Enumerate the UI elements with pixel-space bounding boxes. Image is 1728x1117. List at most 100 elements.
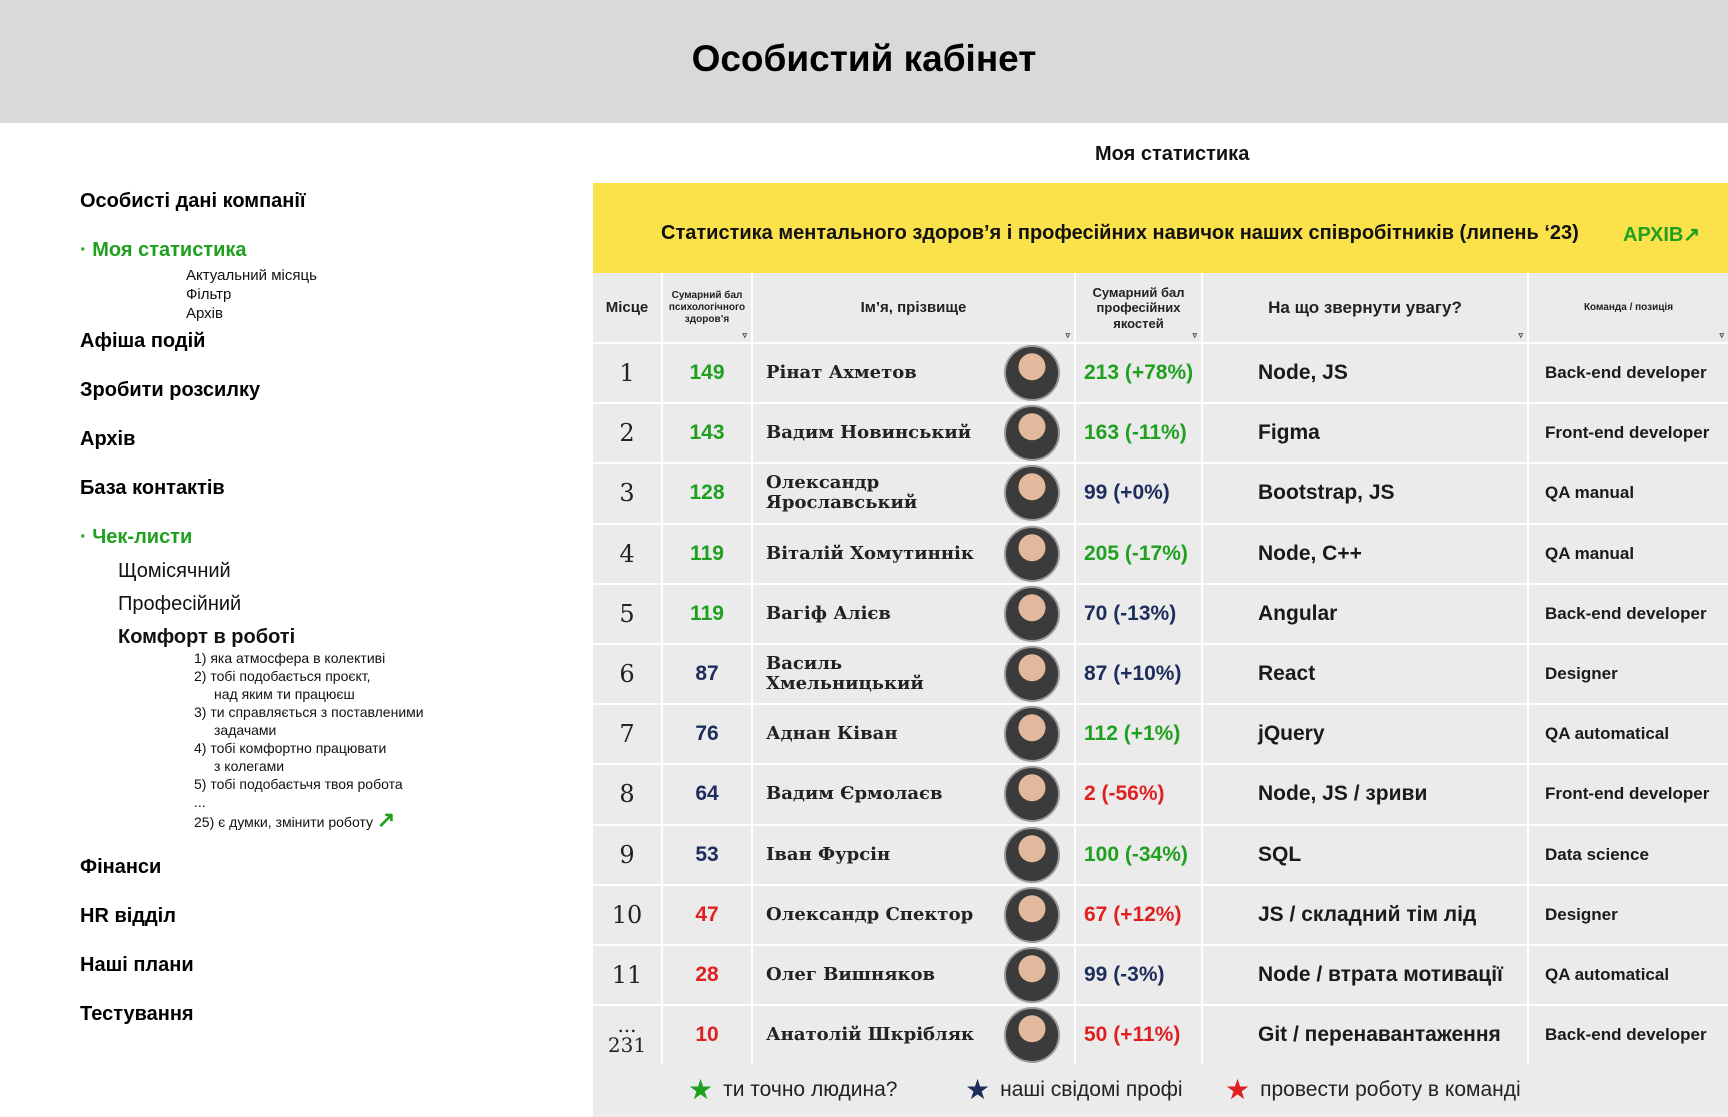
table-row[interactable]: 10 47 Олександр Спектор 67 (+12%) JS / склад… [593,883,1728,945]
table-row[interactable]: 8 64 Вадим Єрмолаєв 2 (-56%) Node, JS / зрив… [593,763,1728,824]
checklist-monthly[interactable]: Щомісячний [118,560,231,583]
avatar [1004,826,1060,883]
checklist-work-comfort[interactable]: Комфорт в роботі [118,626,295,649]
table-row[interactable]: 9 53 Іван Фурсін 100 (-34%) SQL Data science [593,823,1728,885]
focus-cell: Git / перенавантаження [1258,1023,1501,1047]
place-cell: 2 [619,419,635,448]
legend-item-pros: ★ наші свідомі профі [965,1076,1183,1104]
archive-link-label: АРХІВ [1623,224,1684,246]
focus-cell: Node, JS / зриви [1258,782,1428,806]
header-focus[interactable]: На що звернути увагу? ▿ [1203,273,1527,343]
focus-cell: Node, C++ [1258,541,1362,565]
table-row[interactable]: 6 87 Василь Хмельницький 87 (+10%) React Desi… [593,643,1728,704]
name-cell: Вадим Новинський [766,422,972,444]
sidebar-item-checklists[interactable]: · Чек-листи [80,526,192,549]
sidebar-item-company-data[interactable]: Особисті дані компанії [80,190,306,213]
qual-score-cell: 87 (+10%) [1084,662,1182,685]
focus-cell: JS / складний тім лід [1258,902,1477,926]
place-cell: 10 [611,900,643,929]
section-title: Моя статистика [1095,143,1250,165]
table-row[interactable]: 1 149 Рінат Ахметов 213 (+78%) Node, JS Back-… [593,342,1728,403]
question-2: 2) тобі подобається проєкт, [194,668,371,684]
header-qual-label: Сумарний бал професійних якостей [1092,284,1185,331]
header-name[interactable]: Ім’я, прізвище ▿ [753,273,1074,343]
team-cell: Data science [1545,844,1649,864]
sidebar-item-archive[interactable]: Архів [80,428,135,451]
psych-score-cell: 28 [695,963,719,986]
header-focus-label: На що звернути увагу? [1268,297,1462,317]
avatar [1004,405,1060,462]
table-row[interactable]: ... 231 10 Анатолій Шкрібляк 50 (+11%) Git /… [593,1004,1728,1065]
qual-score-cell: 2 (-56%) [1084,782,1165,806]
name-cell: Олег Вишняков [766,964,936,985]
header-team[interactable]: Команда / позиція ▿ [1529,273,1728,343]
team-cell: Back-end developer [1545,603,1707,623]
place-cell: 1 [619,359,635,387]
legend-label: ти точно людина? [723,1078,898,1101]
name-cell: Аднан Ківан [766,723,898,745]
sidebar-item-mailing[interactable]: Зробити розсилку [80,379,260,402]
avatar [1004,947,1060,1003]
psych-score-cell: 119 [690,541,724,565]
checklist-professional[interactable]: Професійний [118,593,241,616]
arrow-up-right-icon[interactable]: ↗ [377,807,395,832]
question-5: 5) тобі подобаєтьчя твоя робота [194,776,403,792]
header-psych[interactable]: Сумарний бал психологічного здоров’я ▿ [663,273,751,343]
sidebar-item-plans[interactable]: Наші плани [80,954,194,977]
place-cell: 5 [619,599,635,628]
stats-sub-filter[interactable]: Фільтр [186,286,231,303]
question-3: 3) ти справляється з поставленими [194,704,424,720]
filter-icon[interactable]: ▿ [1719,330,1724,341]
arrow-up-right-icon: ↗ [1683,224,1701,246]
sidebar-item-hr[interactable]: HR відділ [80,905,176,928]
stats-banner: Статистика ментального здоров’я і профес… [593,183,1728,273]
question-25[interactable]: 25) є думки, змінити роботу ↗ [194,809,395,831]
sidebar-item-finance[interactable]: Фінанси [80,856,161,879]
name-cell: Василь Хмельницький [766,653,924,694]
place-cell: 8 [619,780,635,809]
focus-cell: SQL [1258,842,1302,866]
filter-icon[interactable]: ▿ [1192,330,1197,341]
table-row[interactable]: 4 119 Віталій Хомутиннік 205 (-17%) Node, C+… [593,522,1728,584]
qual-score-cell: 205 (-17%) [1084,541,1188,565]
focus-cell: Figma [1258,421,1320,445]
archive-link[interactable]: АРХІВ↗ [1623,222,1700,247]
filter-icon[interactable]: ▿ [1065,330,1070,341]
avatar [1004,886,1060,943]
team-cell: Designer [1545,664,1618,683]
stats-panel: Статистика ментального здоров’я і профес… [593,183,1728,1117]
sidebar-item-testing[interactable]: Тестування [80,1003,194,1026]
table-row[interactable]: 5 119 Вагіф Алієв 70 (-13%) Angular Back-end … [593,582,1728,644]
table-row[interactable]: 7 76 Аднан Ківан 112 (+1%) jQuery QA automati… [593,703,1728,764]
sidebar-item-events[interactable]: Афіша подій [80,330,205,353]
team-cell: QA manual [1545,483,1635,503]
team-cell: Back-end developer [1545,1025,1707,1045]
star-icon: ★ [1225,1074,1251,1105]
qual-score-cell: 163 (-11%) [1084,421,1187,445]
sidebar-item-contacts[interactable]: База контактів [80,477,225,500]
legend-label: провести роботу в команді [1260,1078,1521,1101]
question-3-cont: задачами [214,722,277,738]
avatar [1004,646,1060,702]
team-cell: QA automatical [1545,965,1670,984]
page-header: Особистий кабінет [0,0,1728,123]
avatar [1004,525,1060,582]
sidebar-item-my-stats[interactable]: · Моя статистика [80,239,247,262]
avatar [1004,585,1060,642]
table-row[interactable]: 2 143 Вадим Новинський 163 (-11%) Figma Front… [593,402,1728,463]
table-row[interactable]: 11 28 Олег Вишняков 99 (-3%) Node / втрата м… [593,944,1728,1005]
focus-cell: jQuery [1258,722,1325,746]
stats-sub-current-month[interactable]: Актуальний місяць [186,267,317,284]
star-icon: ★ [688,1074,714,1105]
psych-score-cell: 47 [695,902,719,926]
psych-score-cell: 119 [690,601,724,625]
name-cell: Вадим Єрмолаєв [766,783,943,805]
header-psych-label: Сумарний бал психологічного здоров’я [668,290,746,325]
filter-icon[interactable]: ▿ [1518,330,1523,341]
stats-sub-archive[interactable]: Архів [186,305,223,322]
filter-icon[interactable]: ▿ [742,330,747,341]
table-row[interactable]: 3 128 Олександр Ярославський 99 (+0%) Bootst… [593,462,1728,523]
psych-score-cell: 76 [695,722,719,746]
header-qual[interactable]: Сумарний бал професійних якостей ▿ [1076,273,1201,343]
psych-score-cell: 64 [695,782,719,806]
